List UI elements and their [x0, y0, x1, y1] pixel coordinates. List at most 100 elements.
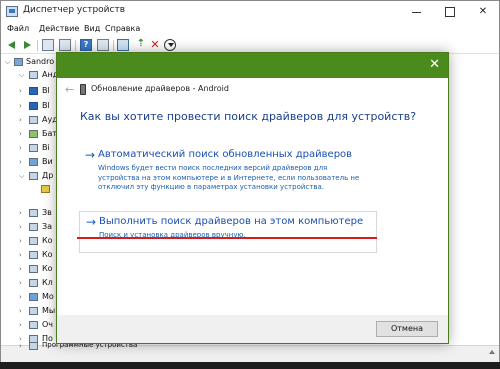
dialog-question: Как вы хотите провести поиск драйверов д…	[80, 110, 417, 123]
chevron-right-icon[interactable]: ›	[19, 342, 22, 350]
forward-arrow-icon[interactable]	[21, 39, 33, 51]
dialog-title-bar: ✕	[57, 53, 448, 78]
tree-item-label: Bi	[42, 143, 50, 152]
option-description: Windows будет вести поиск последних верс…	[98, 164, 360, 191]
close-icon[interactable]: ✕	[429, 57, 440, 72]
auto-search-option[interactable]: → Автоматический поиск обновленных драйв…	[79, 148, 379, 192]
chevron-right-icon[interactable]: ›	[19, 265, 22, 273]
controller-icon	[29, 251, 38, 259]
tree-item-label: Кл	[42, 278, 53, 287]
menu-view[interactable]: Вид	[84, 24, 100, 33]
browse-computer-option[interactable]: → Выполнить поиск драйверов на этом комп…	[79, 211, 377, 253]
battery-icon	[29, 130, 38, 138]
tree-item-label: Зв	[42, 208, 52, 217]
chevron-right-icon[interactable]: ›	[19, 102, 22, 110]
chevron-right-icon[interactable]: ›	[19, 158, 22, 166]
tree-item-label: Ко	[42, 236, 53, 245]
phone-icon	[80, 84, 86, 95]
tree-root-label: Sandro	[26, 57, 55, 66]
tree-item-label: За	[42, 222, 53, 231]
update-driver-icon[interactable]	[164, 39, 176, 51]
chevron-right-icon[interactable]: ›	[19, 251, 22, 259]
scroll-up-icon[interactable]	[489, 350, 495, 354]
chevron-right-icon[interactable]: ›	[19, 237, 22, 245]
dialog-header-title: Обновление драйверов - Android	[91, 84, 229, 93]
mouse-icon	[29, 307, 38, 315]
cancel-button[interactable]: Отмена	[376, 321, 438, 337]
option-title: Выполнить поиск драйверов на этом компью…	[99, 216, 364, 227]
title-bar: Диспетчер устройств ✕	[1, 1, 499, 22]
back-arrow-icon[interactable]: ←	[65, 83, 74, 96]
tree-item-label: Bl	[42, 101, 50, 110]
chevron-right-icon[interactable]: ›	[19, 130, 22, 138]
tree-item-label: Бат	[42, 129, 58, 138]
print-queue-icon	[29, 321, 38, 329]
bluetooth-icon	[29, 102, 38, 110]
chevron-right-icon[interactable]: ›	[19, 307, 22, 315]
update-drivers-dialog: ✕ ← Обновление драйверов - Android Как в…	[56, 52, 449, 344]
computer-icon	[14, 58, 23, 66]
remove-device-icon[interactable]: ✕	[149, 39, 161, 51]
arrow-right-icon: →	[86, 215, 97, 229]
android-device-icon	[29, 71, 38, 79]
help-icon[interactable]: ?	[80, 39, 92, 51]
highlight-underline	[77, 237, 377, 239]
chevron-down-icon[interactable]: ⌵	[19, 71, 24, 80]
option-title: Автоматический поиск обновленных драйвер…	[98, 149, 353, 160]
dialog-footer: Отмена	[57, 315, 448, 343]
close-button[interactable]: ✕	[468, 1, 498, 22]
properties-icon[interactable]	[42, 39, 54, 51]
window-title: Диспетчер устройств	[23, 5, 126, 15]
device-manager-icon	[6, 6, 18, 17]
tree-item-label: Ви	[42, 157, 53, 166]
tree-item-label: Оч	[42, 320, 54, 329]
tree-item-label: Ко	[42, 250, 53, 259]
monitor-icon	[29, 293, 38, 301]
grid-view-icon[interactable]	[59, 39, 71, 51]
back-arrow-icon[interactable]	[6, 39, 18, 51]
chevron-down-icon[interactable]: ⌵	[19, 172, 24, 181]
software-device-icon	[29, 342, 38, 350]
add-driver-icon[interactable]: ⇡	[135, 39, 147, 51]
chevron-right-icon[interactable]: ›	[19, 144, 22, 152]
storage-icon	[29, 223, 38, 231]
dialog-header: ← Обновление драйверов - Android	[57, 78, 448, 102]
chevron-right-icon[interactable]: ›	[19, 209, 22, 217]
toolbar-separator	[75, 40, 76, 51]
tree-item-label: Мо	[42, 292, 54, 301]
minimize-button[interactable]	[402, 1, 432, 22]
toolbar-separator	[113, 40, 114, 51]
chevron-right-icon[interactable]: ›	[19, 116, 22, 124]
arrow-right-icon: →	[85, 148, 96, 162]
audio-icon	[29, 116, 38, 124]
menu-file[interactable]: Файл	[7, 24, 29, 33]
warning-device-icon	[41, 185, 50, 193]
display-adapter-icon	[29, 158, 38, 166]
controller-icon	[29, 265, 38, 273]
status-bar: › Программные устройства	[1, 341, 499, 362]
bluetooth-icon	[29, 87, 38, 95]
chevron-down-icon[interactable]: ⌵	[5, 58, 10, 67]
toolbar-separator	[37, 40, 38, 51]
chevron-right-icon[interactable]: ›	[19, 279, 22, 287]
biometric-icon	[29, 144, 38, 152]
sound-icon	[29, 209, 38, 217]
chevron-right-icon[interactable]: ›	[19, 87, 22, 95]
tree-item-label: Др	[42, 171, 54, 180]
other-devices-icon	[29, 172, 38, 180]
tree-item-label: Мы	[42, 306, 56, 315]
chevron-right-icon[interactable]: ›	[19, 223, 22, 231]
maximize-button[interactable]	[435, 1, 465, 22]
menu-help[interactable]: Справка	[105, 24, 140, 33]
option-description: Поиск и установка драйверов вручную.	[99, 231, 246, 239]
computer-icon	[29, 237, 38, 245]
tree-item-label: Ко	[42, 264, 53, 273]
chevron-right-icon[interactable]: ›	[19, 321, 22, 329]
monitor-icon[interactable]	[117, 39, 129, 51]
chevron-right-icon[interactable]: ›	[19, 293, 22, 301]
menu-action[interactable]: Действие	[39, 24, 79, 33]
menu-bar: Файл Действие Вид Справка	[1, 22, 499, 37]
tree-item-label: Bl	[42, 86, 50, 95]
keyboard-icon	[29, 279, 38, 287]
details-icon[interactable]	[97, 39, 109, 51]
